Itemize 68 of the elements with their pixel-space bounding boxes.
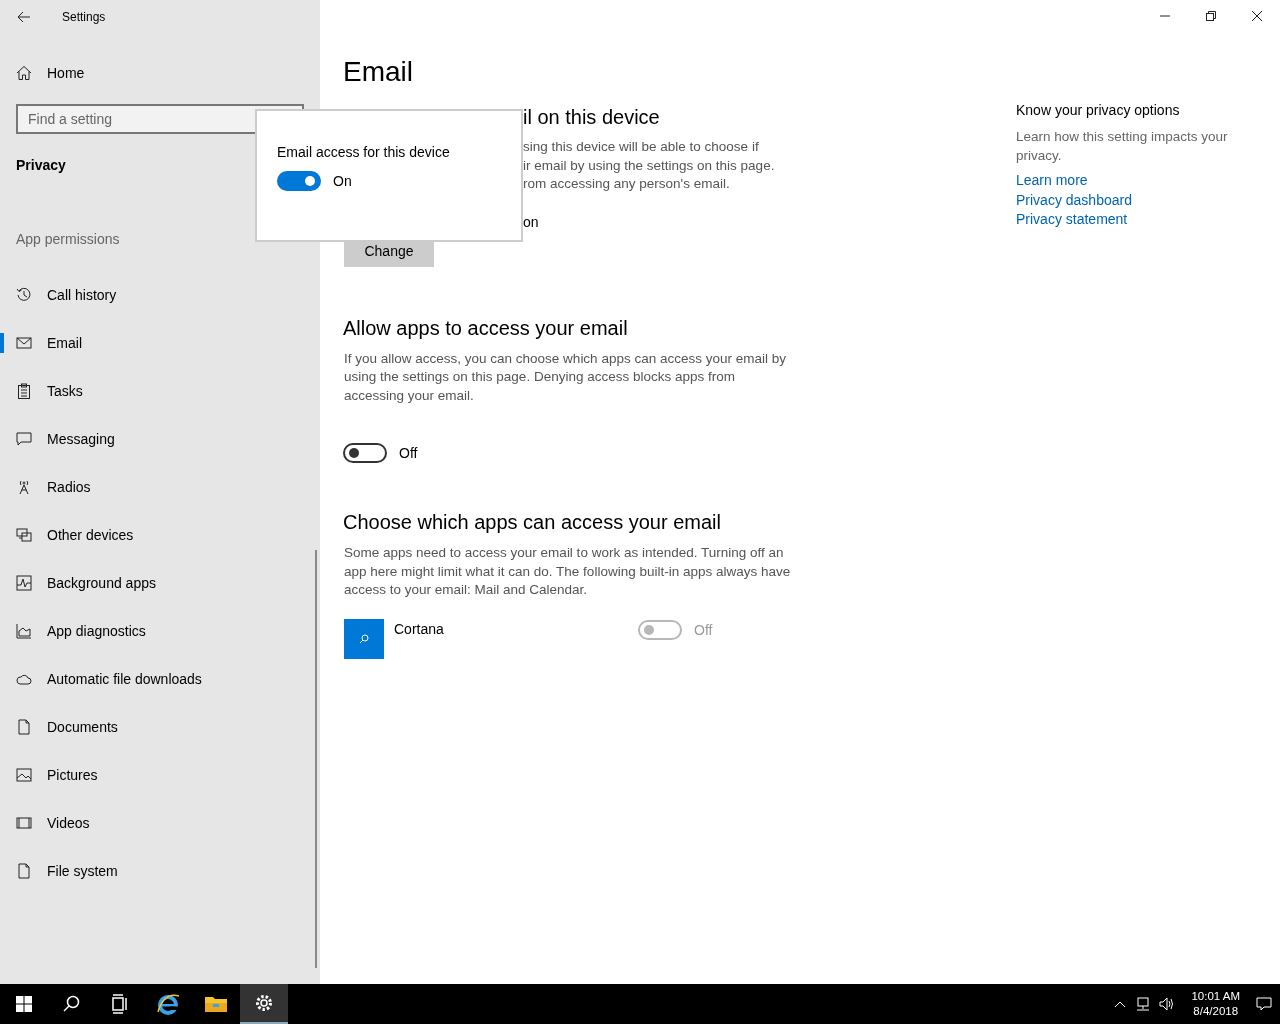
sidebar-item[interactable]: Other devices: [0, 511, 320, 559]
task-view-icon: [110, 994, 130, 1014]
sidebar-item[interactable]: Messaging: [0, 415, 320, 463]
history-icon: [16, 287, 32, 303]
sidebar-item[interactable]: Background apps: [0, 559, 320, 607]
search-icon: [62, 994, 82, 1014]
taskbar-button[interactable]: [240, 984, 288, 1024]
section-heading: il on this device: [523, 106, 660, 129]
aside-heading: Know your privacy options: [1016, 102, 1181, 118]
sidebar-item[interactable]: Tasks: [0, 367, 320, 415]
sidebar-item[interactable]: Automatic file downloads: [0, 655, 320, 703]
toggle-state-text: Off: [694, 621, 713, 638]
device-status-text: on: [523, 213, 539, 230]
app-name: Cortana: [394, 620, 445, 637]
film-icon: [16, 815, 32, 831]
window-title: Settings: [62, 10, 106, 24]
devices-icon: [16, 527, 32, 543]
privacy-link[interactable]: Privacy statement: [1016, 210, 1256, 230]
document-icon: [16, 863, 32, 879]
pulse-icon: [16, 575, 32, 591]
sidebar-item[interactable]: Radios: [0, 463, 320, 511]
scrollbar[interactable]: [315, 550, 317, 968]
home-icon: [16, 65, 32, 81]
toggle-switch[interactable]: [277, 171, 321, 191]
folder-icon: [204, 994, 228, 1014]
browser-e-icon: [156, 992, 180, 1016]
search-icon: [359, 633, 369, 644]
clipboard-icon: [16, 383, 32, 399]
close-icon: [1252, 11, 1262, 21]
clock-time[interactable]: 10:01 AM: [1191, 989, 1240, 1004]
page-title: Email: [343, 56, 414, 88]
section-description-line: sing this device will be able to choose if: [523, 138, 759, 156]
aside-description: Learn how this setting impacts your privacy.: [1016, 128, 1229, 165]
network-icon: [1135, 996, 1152, 1012]
picture-icon: [16, 767, 32, 783]
section-heading: Choose which apps can access your email: [343, 511, 722, 534]
privacy-link[interactable]: Learn more: [1016, 171, 1256, 191]
toggle-switch[interactable]: [343, 443, 387, 463]
home-link[interactable]: Home: [16, 55, 320, 91]
toggle-state-text: Off: [399, 445, 418, 461]
restore-icon: [1206, 11, 1216, 21]
envelope-icon: [16, 335, 32, 351]
sidebar-item[interactable]: Call history: [0, 271, 320, 319]
notification-icon: [1256, 996, 1272, 1012]
volume-icon: [1159, 996, 1176, 1012]
sidebar-item[interactable]: App diagnostics: [0, 607, 320, 655]
windows-logo-icon: [14, 994, 34, 1014]
document-icon: [16, 719, 32, 735]
speech-bubble-icon: [16, 431, 32, 447]
section-description-line: rom accessing any person's email.: [523, 175, 730, 193]
section-heading: Allow apps to access your email: [343, 316, 629, 340]
privacy-link[interactable]: Privacy dashboard: [1016, 190, 1256, 210]
sidebar-item[interactable]: Pictures: [0, 751, 320, 799]
category-heading: Privacy: [16, 157, 67, 173]
clock-date[interactable]: 8/4/2018: [1191, 1004, 1240, 1019]
popup-label: Email access for this device: [277, 144, 451, 160]
back-arrow-icon: [16, 9, 32, 25]
group-heading: App permissions: [16, 231, 121, 247]
section-description: Some apps need to access your email to work as intended. Turning off an app here might limit what it can do. The following built-in apps always have access to your email: Mail and Calendar.: [344, 544, 792, 599]
sidebar-item[interactable]: File system: [0, 847, 320, 895]
sidebar-item[interactable]: Email: [0, 319, 320, 367]
area-chart-icon: [16, 623, 32, 639]
gear-icon: [254, 993, 274, 1013]
sidebar-item[interactable]: Documents: [0, 703, 320, 751]
sidebar-item[interactable]: Videos: [0, 799, 320, 847]
toggle-state-text: On: [333, 173, 352, 189]
section-description-line: ir email by using the settings on this page.: [523, 156, 775, 175]
section-description: If you allow access, you can choose which apps can access your email by using the settings on this page. Denying access blocks apps from accessing your email.: [344, 349, 787, 405]
